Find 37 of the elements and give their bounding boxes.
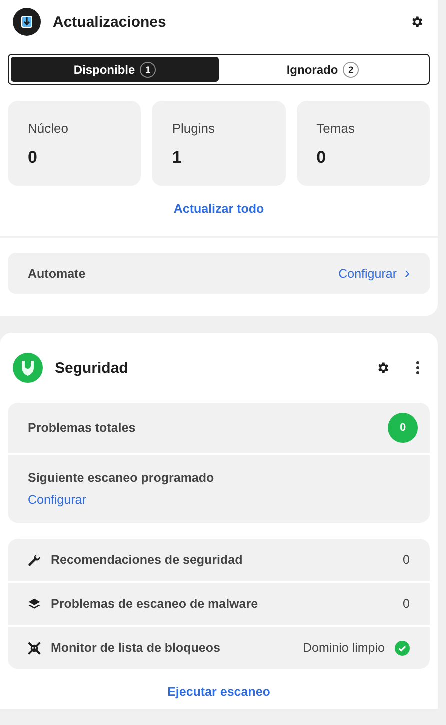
- row-value: 0: [403, 597, 410, 611]
- count-badge: 2: [343, 62, 360, 78]
- total-issues-label: Problemas totales: [28, 421, 136, 435]
- stat-value: 0: [28, 148, 38, 168]
- download-icon: [13, 8, 41, 36]
- card-title: Seguridad: [55, 360, 130, 376]
- update-all-link[interactable]: Actualizar todo: [174, 202, 264, 216]
- skull-crossbones-icon: [28, 642, 41, 654]
- wrench-icon: [28, 554, 41, 566]
- security-row[interactable]: Recomendaciones de seguridad 0: [8, 539, 430, 581]
- stat-label: Núcleo: [28, 121, 70, 136]
- security-row[interactable]: Problemas de escaneo de malware 0: [8, 581, 430, 625]
- row-value: 0: [403, 553, 410, 567]
- settings-icon[interactable]: [410, 15, 424, 29]
- row-label: Monitor de lista de bloqueos: [51, 641, 222, 655]
- stat-value: 0: [316, 148, 328, 168]
- row-label: Recomendaciones de seguridad: [51, 553, 244, 567]
- configure-link[interactable]: Configurar ›: [338, 265, 410, 282]
- issue-count-badge: 0: [388, 413, 418, 443]
- tab[interactable]: Disponible 1: [11, 57, 219, 82]
- next-scan-label: Siguiente escaneo programado: [28, 471, 214, 485]
- stat-label: Temas: [316, 121, 356, 136]
- security-row[interactable]: Monitor de lista de bloqueos Dominio limpio: [8, 625, 430, 669]
- configure-link[interactable]: Configurar: [28, 493, 86, 507]
- run-scan-link[interactable]: Ejecutar escaneo: [168, 685, 270, 699]
- layers-icon: [28, 598, 41, 610]
- card-title: Actualizaciones: [53, 14, 168, 30]
- stat-value: 1: [172, 148, 183, 168]
- count-badge: 1: [140, 62, 156, 78]
- automate-label: Automate: [28, 266, 86, 280]
- shield-icon: [13, 353, 43, 383]
- stat-label: Plugins: [172, 121, 216, 136]
- tab[interactable]: Ignorado 2: [219, 57, 427, 82]
- more-icon[interactable]: [416, 361, 420, 375]
- row-value: Dominio limpio: [303, 641, 385, 655]
- row-label: Problemas de escaneo de malware: [51, 597, 260, 611]
- settings-icon[interactable]: [376, 361, 390, 375]
